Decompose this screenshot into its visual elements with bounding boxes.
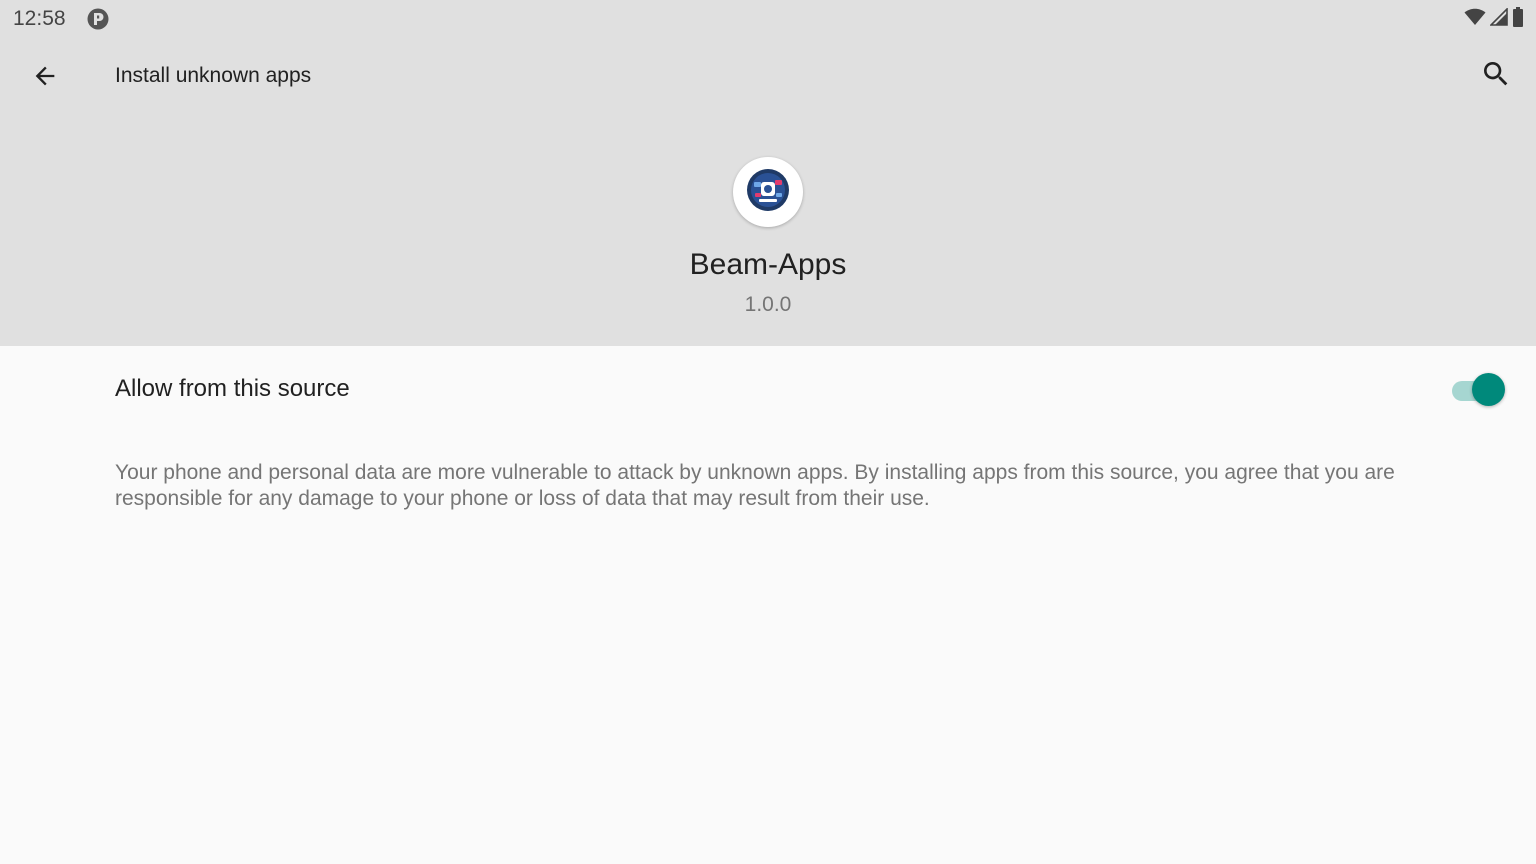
status-icons <box>1464 6 1524 32</box>
app-header: 12:58 Install unknown apps Beam-Apps 1.0… <box>0 0 1536 346</box>
search-button[interactable] <box>1472 52 1520 100</box>
back-button[interactable] <box>21 54 69 102</box>
cell-signal-icon <box>1489 6 1508 31</box>
app-icon <box>733 157 803 227</box>
status-time: 12:58 <box>13 7 66 30</box>
notification-p-icon <box>87 8 109 30</box>
beam-apps-logo <box>746 168 790 217</box>
allow-from-source-row[interactable]: Allow from this source <box>0 346 1536 434</box>
toggle-thumb <box>1472 373 1505 406</box>
allow-from-source-label: Allow from this source <box>115 375 350 402</box>
app-name: Beam-Apps <box>689 248 847 281</box>
arrow-back-icon <box>31 62 59 95</box>
battery-icon <box>1512 6 1524 32</box>
page-title: Install unknown apps <box>115 64 312 87</box>
warning-description: Your phone and personal data are more vu… <box>115 461 1395 510</box>
search-icon <box>1480 58 1512 95</box>
wifi-icon <box>1464 8 1486 31</box>
allow-from-source-toggle[interactable] <box>1452 372 1508 408</box>
app-version: 1.0.0 <box>744 293 792 316</box>
status-bar: 12:58 <box>0 0 1536 40</box>
toolbar: Install unknown apps <box>0 40 1536 116</box>
